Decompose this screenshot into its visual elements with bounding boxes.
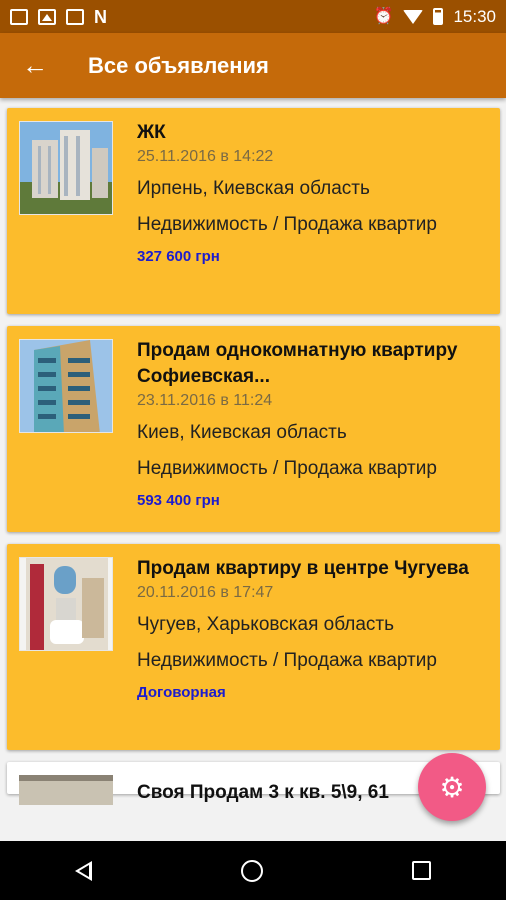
listing-photo xyxy=(19,121,113,215)
listing-info: ЖК 25.11.2016 в 14:22 Ирпень, Киевская о… xyxy=(137,120,488,302)
listing-card[interactable]: Продам однокомнатную квартиру Софиевская… xyxy=(7,326,500,532)
mail-icon xyxy=(10,8,28,25)
listing-date: 23.11.2016 в 11:24 xyxy=(137,392,273,409)
listing-title: Продам однокомнатную квартиру Софиевская… xyxy=(137,340,458,387)
listing-city: Чугуев, Харьковская область xyxy=(137,614,394,635)
arrow-left-icon: ← xyxy=(22,50,48,80)
n-icon: N xyxy=(94,6,107,27)
listing-card[interactable]: Продам квартиру в центре Чугуева 20.11.2… xyxy=(7,544,500,750)
listing-photo xyxy=(19,339,113,433)
nav-home-icon[interactable] xyxy=(240,859,263,882)
listing-photo xyxy=(19,775,113,805)
status-bar: N ⏰ 15:30 xyxy=(0,0,506,33)
status-left-icons: N xyxy=(10,8,107,26)
page-title: Все объявления xyxy=(88,52,269,78)
listing-price: 327 600 грн xyxy=(137,248,220,265)
app-bar: ← Все объявления xyxy=(0,33,506,98)
listing-category: Недвижимость / Продажа квартир xyxy=(137,650,437,671)
gear-icon: ⚙ xyxy=(439,771,465,803)
listing-card[interactable]: ЖК 25.11.2016 в 14:22 Ирпень, Киевская о… xyxy=(7,108,500,314)
system-nav-bar xyxy=(0,841,506,900)
listing-city: Киев, Киевская область xyxy=(137,422,347,443)
listing-photo xyxy=(19,557,113,651)
listing-date: 25.11.2016 в 14:22 xyxy=(137,148,274,165)
listing-price: Договорная xyxy=(137,684,226,701)
status-right-icons: ⏰ 15:30 xyxy=(374,7,496,27)
listing-category: Недвижимость / Продажа квартир xyxy=(137,458,437,479)
listing-title: Продам квартиру в центре Чугуева xyxy=(137,558,469,579)
listing-city: Ирпень, Киевская область xyxy=(137,178,370,199)
battery-icon xyxy=(433,8,444,25)
listing-info: Продам квартиру в центре Чугуева 20.11.2… xyxy=(137,556,488,738)
alarm-icon: ⏰ xyxy=(373,7,394,25)
wifi-icon xyxy=(403,9,424,24)
listings-list[interactable]: ЖК 25.11.2016 в 14:22 Ирпень, Киевская о… xyxy=(0,98,506,841)
back-button[interactable]: ← xyxy=(0,33,70,98)
image-icon xyxy=(38,8,56,25)
listing-title: ЖК xyxy=(137,122,166,143)
listing-price: 593 400 грн xyxy=(137,492,220,509)
mail-icon xyxy=(66,8,84,25)
listing-category: Недвижимость / Продажа квартир xyxy=(137,214,437,235)
listing-date: 20.11.2016 в 17:47 xyxy=(137,584,274,601)
nav-back-icon[interactable] xyxy=(74,860,92,881)
settings-fab-button[interactable]: ⚙ xyxy=(418,753,486,821)
listing-info: Продам однокомнатную квартиру Софиевская… xyxy=(137,338,488,520)
nav-recent-apps-icon[interactable] xyxy=(412,861,432,880)
status-time: 15:30 xyxy=(453,6,496,26)
